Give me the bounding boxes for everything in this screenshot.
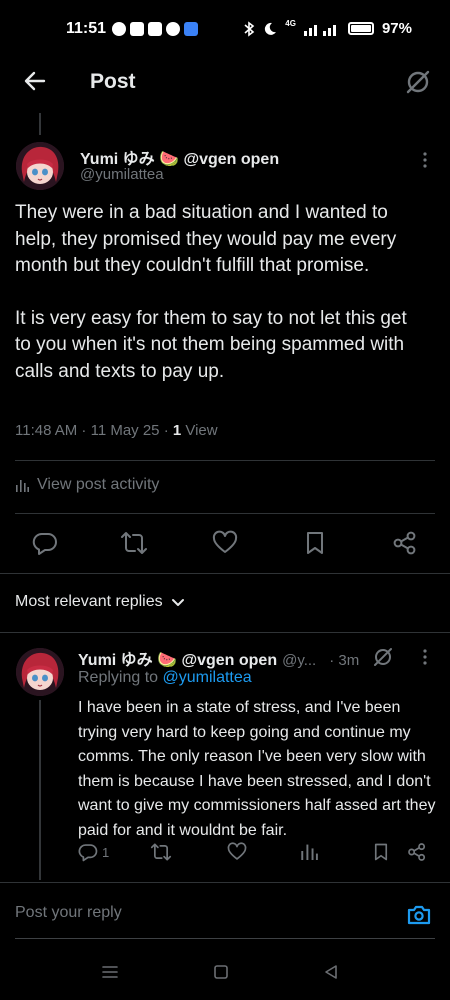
share-button[interactable] xyxy=(392,530,418,556)
replies-sort-dropdown[interactable]: Most relevant replies xyxy=(15,593,185,611)
reply-like-button[interactable] xyxy=(227,842,247,862)
menu-icon xyxy=(102,966,118,978)
more-vertical-icon xyxy=(423,152,427,168)
status-bar: 11:51 4G 97% xyxy=(0,0,450,60)
arrow-left-icon xyxy=(24,71,46,91)
signal-icon xyxy=(303,24,336,36)
grok-button[interactable] xyxy=(404,68,432,96)
reply-author-handle[interactable]: @y... xyxy=(282,652,316,669)
post-action-bar xyxy=(0,520,450,568)
messenger-icon xyxy=(112,22,126,36)
triangle-back-icon xyxy=(325,965,337,979)
post-timestamp: 11:48 AM · 11 May 25 · xyxy=(15,422,173,439)
grok-icon xyxy=(374,648,392,666)
avatar-image xyxy=(16,648,64,696)
heart-icon xyxy=(212,530,238,553)
reply-analytics-button[interactable] xyxy=(300,842,318,860)
reply-header: Yumi ゆみ 🍉 @vgen open @y... · 3m xyxy=(78,646,378,670)
grok-icon xyxy=(406,70,430,94)
square-icon xyxy=(214,965,228,979)
reply-icon xyxy=(78,844,98,862)
share-icon xyxy=(408,843,426,861)
home-nav-button[interactable] xyxy=(213,964,229,980)
avatar-image xyxy=(16,142,64,190)
page-title: Post xyxy=(90,70,136,93)
reply-author-name[interactable]: Yumi ゆみ 🍉 @vgen open xyxy=(78,646,277,670)
reply-action-bar: 1 xyxy=(0,842,450,866)
battery-percent: 97% xyxy=(381,20,412,37)
divider xyxy=(0,882,450,883)
thread-line-top xyxy=(39,113,41,135)
author-handle[interactable]: @yumilattea xyxy=(80,166,164,183)
messages-icon xyxy=(130,22,144,36)
reply-avatar[interactable] xyxy=(16,648,64,696)
youtube-icon xyxy=(148,22,162,36)
status-time: 11:51 xyxy=(66,20,107,37)
google-icon xyxy=(166,22,180,36)
system-status: 4G 97% xyxy=(243,19,412,37)
bluetooth-icon xyxy=(244,20,255,37)
app-icon xyxy=(184,22,198,36)
views-count: 1 xyxy=(172,422,182,439)
reply-grok-button[interactable] xyxy=(372,646,394,668)
analytics-icon xyxy=(301,844,318,860)
chevron-down-icon xyxy=(171,599,184,606)
avatar[interactable] xyxy=(16,142,64,190)
repost-icon xyxy=(121,532,147,554)
camera-icon xyxy=(407,905,431,925)
back-nav-button[interactable] xyxy=(323,964,339,980)
more-button[interactable] xyxy=(418,150,432,170)
camera-button[interactable] xyxy=(406,902,432,928)
post-text: They were in a bad situation and I wante… xyxy=(15,200,415,411)
repost-button[interactable] xyxy=(120,530,148,556)
reply-count: 1 xyxy=(102,844,110,860)
divider xyxy=(0,632,450,633)
divider xyxy=(15,513,435,514)
reply-more-button[interactable] xyxy=(418,647,432,667)
post-paragraph: It is very easy for them to say to not l… xyxy=(15,307,407,382)
reply-text: I have been in a state of stress, and I'… xyxy=(78,699,436,839)
reply-bookmark-button[interactable] xyxy=(372,842,390,862)
activity-label: View post activity xyxy=(37,476,160,493)
back-button[interactable] xyxy=(22,68,48,94)
divider xyxy=(0,573,450,574)
repost-icon xyxy=(150,843,172,861)
reply-icon xyxy=(32,532,57,555)
share-icon xyxy=(393,531,416,555)
reply-input[interactable] xyxy=(15,904,315,922)
reply-time: · 3m xyxy=(329,652,360,669)
analytics-icon xyxy=(16,480,29,492)
composer-underline xyxy=(15,938,435,939)
view-post-activity[interactable]: View post activity xyxy=(15,476,159,494)
like-button[interactable] xyxy=(212,530,238,556)
reply-share-button[interactable] xyxy=(407,842,427,862)
bookmark-button[interactable] xyxy=(303,530,327,556)
top-app-bar: Post xyxy=(0,60,450,110)
replying-to: Replying to @yumilattea xyxy=(78,669,252,687)
menu-nav-button[interactable] xyxy=(101,964,119,980)
moon-icon xyxy=(265,22,277,35)
network-type: 4G xyxy=(285,19,296,28)
replying-prefix: Replying to xyxy=(78,669,163,686)
reply-button[interactable] xyxy=(32,530,58,556)
reply-repost-button[interactable] xyxy=(150,842,172,862)
battery-icon xyxy=(347,22,374,35)
post-paragraph: They were in a bad situation and I wante… xyxy=(15,202,397,276)
heart-icon xyxy=(227,842,247,860)
replying-to-link[interactable]: @yumilattea xyxy=(163,669,252,686)
more-vertical-icon xyxy=(423,649,427,665)
reply-composer xyxy=(0,892,450,940)
replies-sort-label: Most relevant replies xyxy=(15,593,163,610)
post-meta: 11:48 AM · 11 May 25 · 1 View xyxy=(15,422,218,439)
bookmark-icon xyxy=(374,843,388,861)
divider xyxy=(15,460,435,461)
bookmark-icon xyxy=(307,532,323,554)
reply-reply-button[interactable]: 1 xyxy=(78,842,109,862)
system-nav-bar xyxy=(0,952,450,1000)
notification-icons xyxy=(112,22,198,36)
views-label: View xyxy=(181,422,218,439)
